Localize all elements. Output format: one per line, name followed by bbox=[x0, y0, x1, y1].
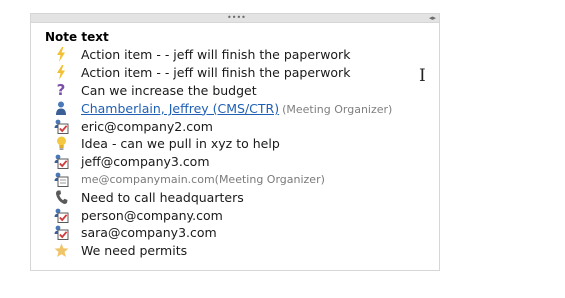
list-item[interactable]: Action item - - jeff will finish the pap… bbox=[51, 64, 439, 82]
note-panel: •••• ◂▸ Note text Action item - - jeff w… bbox=[30, 13, 440, 271]
list-item[interactable]: person@company.com bbox=[51, 206, 439, 224]
attendee-icon bbox=[51, 171, 71, 188]
drag-grip-icon[interactable]: •••• bbox=[227, 14, 246, 22]
attendee-check-icon bbox=[51, 207, 71, 224]
list-item-text: Idea - can we pull in xyz to help bbox=[81, 136, 280, 152]
star-icon bbox=[51, 242, 71, 259]
lightning-bolt-icon bbox=[51, 64, 71, 81]
panel-heading: Note text bbox=[45, 30, 109, 44]
list-item[interactable]: eric@company2.com bbox=[51, 117, 439, 135]
list-item[interactable]: Need to call headquarters bbox=[51, 188, 439, 206]
note-list: Action item - - jeff will finish the pap… bbox=[51, 46, 439, 260]
organizer-role: (Meeting Organizer) bbox=[282, 102, 393, 116]
organizer-entry: Chamberlain, Jeffrey (CMS/CTR) (Meeting O… bbox=[81, 101, 392, 116]
attendee-check-icon bbox=[51, 118, 71, 135]
list-item[interactable]: me@companymain.com(Meeting Organizer) bbox=[51, 171, 439, 189]
list-item[interactable]: We need permits bbox=[51, 242, 439, 260]
list-item[interactable]: Action item - - jeff will finish the pap… bbox=[51, 46, 439, 64]
phone-icon bbox=[51, 189, 71, 206]
list-item-text: sara@company3.com bbox=[81, 225, 217, 241]
attendee-check-icon bbox=[51, 153, 71, 170]
list-item[interactable]: jeff@company3.com bbox=[51, 153, 439, 171]
text-cursor-icon: I bbox=[419, 66, 426, 86]
question-mark-icon: ? bbox=[56, 80, 66, 99]
resize-arrows-icon[interactable]: ◂▸ bbox=[429, 14, 436, 22]
person-icon bbox=[51, 100, 71, 117]
panel-title-bar[interactable]: •••• ◂▸ bbox=[31, 14, 439, 23]
list-item-text: person@company.com bbox=[81, 207, 223, 223]
list-item[interactable]: Idea - can we pull in xyz to help bbox=[51, 135, 439, 153]
attendee-check-icon bbox=[51, 224, 71, 241]
list-item[interactable]: sara@company3.com bbox=[51, 224, 439, 242]
list-item-text: eric@company2.com bbox=[81, 118, 213, 134]
list-item-text: Need to call headquarters bbox=[81, 189, 244, 205]
list-item-text: Action item - - jeff will finish the pap… bbox=[81, 65, 351, 81]
list-item-text: We need permits bbox=[81, 243, 188, 259]
list-item[interactable]: ? Can we increase the budget bbox=[51, 82, 439, 100]
list-item[interactable]: Chamberlain, Jeffrey (CMS/CTR) (Meeting O… bbox=[51, 99, 439, 117]
lightbulb-icon bbox=[51, 135, 71, 152]
list-item-text: Can we increase the budget bbox=[81, 82, 257, 98]
lightning-bolt-icon bbox=[51, 46, 71, 63]
organizer-link[interactable]: Chamberlain, Jeffrey (CMS/CTR) bbox=[81, 101, 279, 116]
list-item-text: jeff@company3.com bbox=[81, 154, 210, 170]
list-item-text: Action item - - jeff will finish the pap… bbox=[81, 47, 351, 63]
list-item-text: me@companymain.com(Meeting Organizer) bbox=[81, 172, 325, 186]
